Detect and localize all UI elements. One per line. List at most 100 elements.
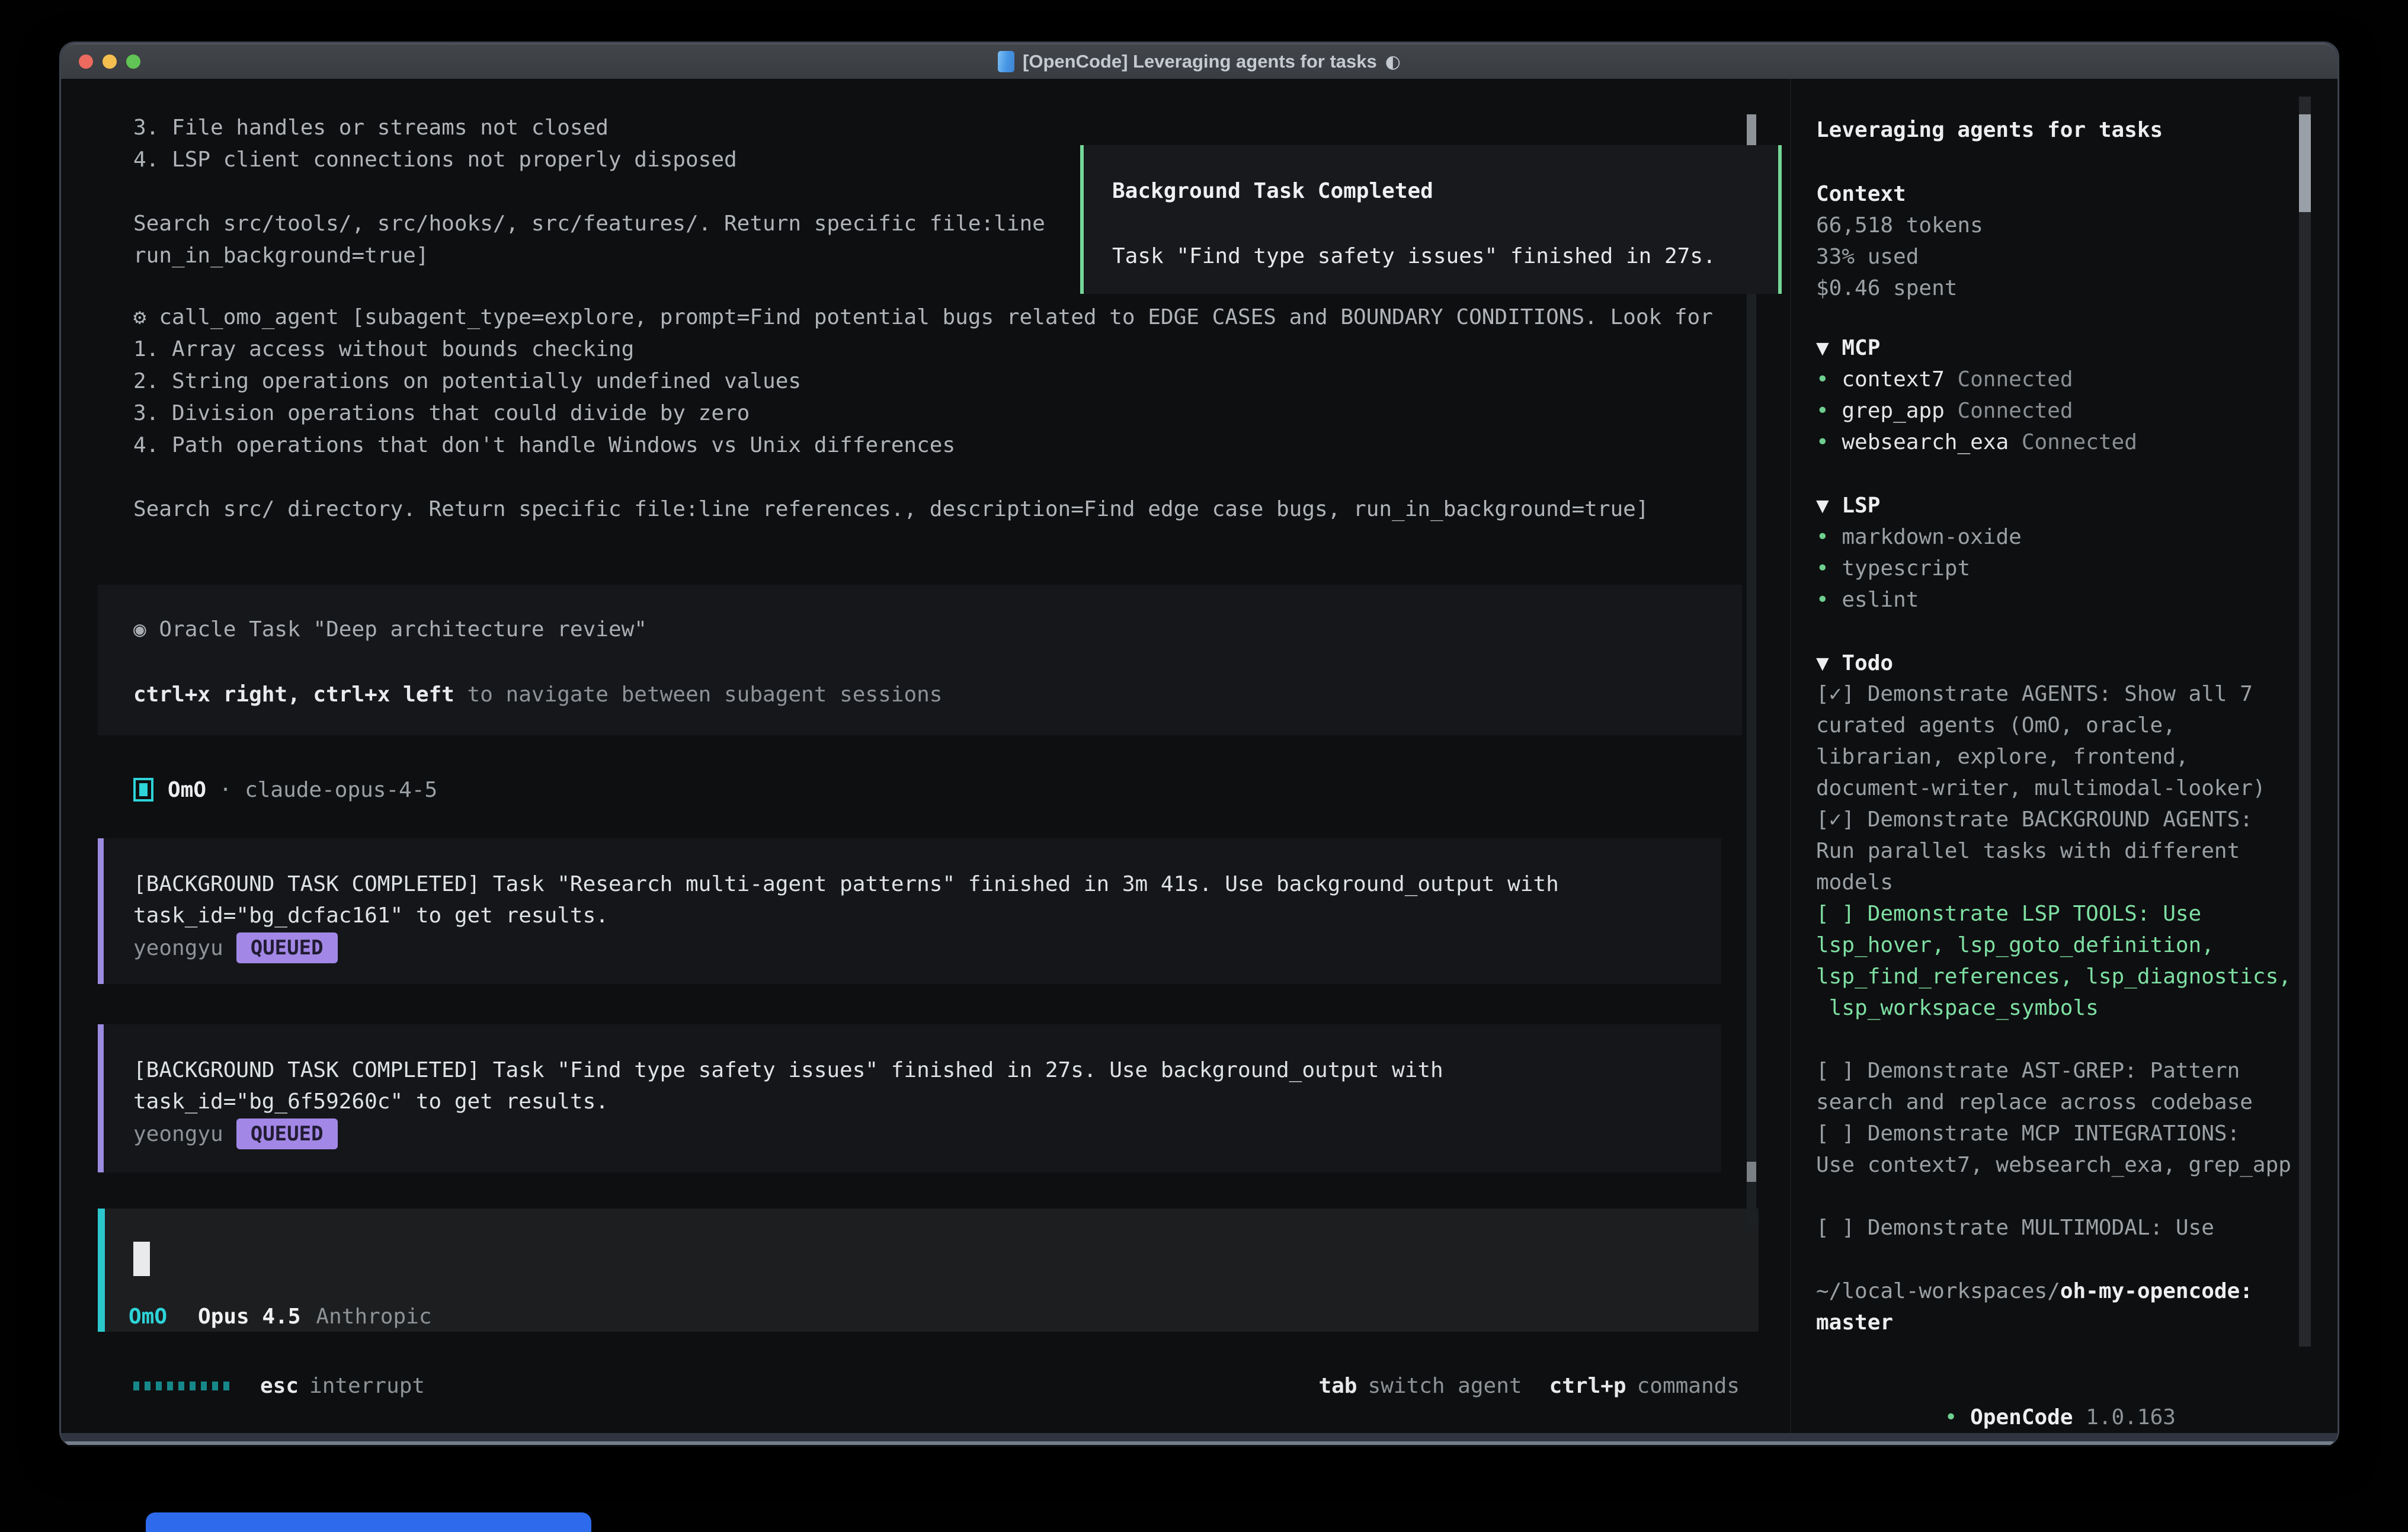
app-name: OpenCode [1970,1405,2073,1430]
queued-badge: QUEUED [236,932,338,963]
minimize-button[interactable] [103,55,117,69]
model-provider: Anthropic [316,1305,431,1329]
window-title: [OpenCode] Leveraging agents for tasks ◐ [998,51,1401,72]
todo-line: [✓] Demonstrate AGENTS: Show all 7 [1816,678,2314,710]
context-stats: 66,518 tokens33% used$0.46 spent [1816,210,1983,304]
transcript-line: run_in_background=true] [133,240,1045,272]
sidebar: Leveraging agents for tasks Context 66,5… [1791,79,2339,1433]
lsp-section-header[interactable]: ▼ LSP [1816,490,2022,521]
context-stat: 66,518 tokens [1816,210,1983,241]
todo-section-header[interactable]: ▼ Todo [1816,648,1893,679]
sidebar-scrollbar-thumb[interactable] [2299,114,2311,212]
window-content: 3. File handles or streams not closed 4. … [61,79,2337,1433]
task-message-line: task_id="bg_dcfac161" to get results. [133,900,609,932]
agent-model: claude-opus-4-5 [245,778,437,802]
lsp-item: • typescript [1816,553,2022,584]
status-dot-icon: • [1816,588,1829,612]
context-header: Context [1816,178,1983,210]
task-message-line: [BACKGROUND TASK COMPLETED] Task "Resear… [133,868,1559,900]
context-section: Context 66,518 tokens33% used$0.46 spent [1816,178,1983,304]
todo-line [1816,1024,2314,1055]
todo-line: [ ] Demonstrate MCP INTEGRATIONS: [1816,1118,2314,1149]
tool-call-line: ⚙ call_omo_agent [subagent_type=explore,… [133,302,1713,334]
todo-line: models [1816,867,2314,898]
toast-body: Task "Find type safety issues" finished … [1112,241,1716,273]
active-agent-chip[interactable]: OmO [129,1305,167,1329]
mcp-section: ▼ MCP • context7 Connected• grep_app Con… [1816,332,2137,458]
agent-icon [133,778,153,802]
status-dot-icon: • [1816,430,1829,454]
separator: · [206,778,245,802]
status-left: esc interrupt [133,1370,425,1402]
busy-indicator-icon: ◐ [1385,52,1401,72]
tool-call-line: 2. String operations on potentially unde… [133,366,1713,398]
titlebar: [OpenCode] Leveraging agents for tasks ◐ [61,43,2337,79]
oracle-task-banner: ◉ Oracle Task "Deep architecture review"… [98,585,1742,735]
mcp-section-header[interactable]: ▼ MCP [1816,332,2137,364]
app-version: • OpenCode 1.0.163 [1816,1370,2176,1402]
toast-notification[interactable]: Background Task Completed Task "Find typ… [1080,145,1782,294]
ctrlp-key-hint: ctrl+p [1549,1374,1626,1398]
oracle-task-label: ◉ Oracle Task "Deep architecture review" [133,614,647,646]
traffic-lights [79,44,140,79]
todo-line: [ ] Demonstrate AST-GREP: Pattern [1816,1055,2314,1086]
context-stat: 33% used [1816,241,1983,273]
esc-action-label: interrupt [309,1374,425,1398]
todo-line: search and replace across codebase [1816,1086,2314,1118]
tool-call-line: 4. Path operations that don't handle Win… [133,430,1713,461]
session-title: Leveraging agents for tasks [1816,114,2163,146]
todo-line: curated agents (OmO, oracle, [1816,710,2314,741]
task-meta: yeongyu QUEUED [133,1118,338,1150]
repo-name: oh-my-opencode: [2060,1279,2253,1303]
workspace-path: ~/local-workspaces/oh-my-opencode: maste… [1816,1275,2253,1338]
lsp-list: • markdown-oxide• typescript• eslint [1816,521,2022,616]
git-branch: master [1816,1307,2253,1338]
task-user: yeongyu [133,1122,223,1146]
todo-line: Run parallel tasks with different [1816,835,2314,867]
close-button[interactable] [79,55,93,69]
todo-line: Use context7, websearch_exa, grep_app [1816,1149,2314,1181]
chat-scrollbar-thumb-bottom[interactable] [1747,1162,1756,1182]
text-cursor [133,1242,150,1276]
input-footer: OmO Opus 4.5 Anthropic [129,1300,432,1332]
todo-line: lsp_find_references, lsp_diagnostics, [1816,961,2314,992]
prompt-input[interactable]: OmO Opus 4.5 Anthropic [98,1209,1759,1332]
mcp-list: • context7 Connected• grep_app Connected… [1816,364,2137,458]
task-message-line: task_id="bg_6f59260c" to get results. [133,1086,609,1118]
keybind-text: ctrl+x right, ctrl+x left [133,682,454,707]
task-meta: yeongyu QUEUED [133,932,338,964]
transcript-line [133,176,1045,208]
mcp-item: • context7 Connected [1816,364,2137,395]
version-number: 1.0.163 [2086,1405,2176,1430]
zoom-button[interactable] [126,55,140,69]
todo-line: document-writer, multimodal-looker) [1816,773,2314,804]
task-user: yeongyu [133,936,223,960]
window-title-text: [OpenCode] Leveraging agents for tasks [1023,51,1377,72]
oracle-icon: ◉ [133,617,146,642]
todo-line: [✓] Demonstrate BACKGROUND AGENTS: [1816,804,2314,835]
spinner-dots-icon [133,1382,229,1390]
window-bottom-edge [61,1433,2337,1445]
desktop: [OpenCode] Leveraging agents for tasks ◐… [0,0,2408,1532]
context-stat: $0.46 spent [1816,273,1983,304]
task-message-line: [BACKGROUND TASK COMPLETED] Task "Find t… [133,1055,1443,1086]
background-task-message-1: [BACKGROUND TASK COMPLETED] Task "Resear… [98,838,1721,984]
opencode-terminal-window: [OpenCode] Leveraging agents for tasks ◐… [59,41,2339,1447]
transcript-line: 3. File handles or streams not closed [133,112,1045,144]
sidebar-scrollbar[interactable] [2299,97,2311,1347]
tool-call-line: 1. Array access without bounds checking [133,334,1713,366]
lsp-item: • markdown-oxide [1816,521,2022,553]
agent-name: OmO [168,778,206,802]
status-dot-icon: • [1816,556,1829,581]
transcript-line: Search src/tools/, src/hooks/, src/featu… [133,208,1045,240]
status-dot-icon: • [1816,525,1829,549]
status-bar: esc interrupt tabswitch agent ctrl+pcomm… [61,1370,1791,1402]
transcript-head: 3. File handles or streams not closed4. … [133,112,1045,272]
todo-line: librarian, explore, frontend, [1816,741,2314,773]
mcp-item: • websearch_exa Connected [1816,427,2137,458]
subagent-nav-hint: ctrl+x right, ctrl+x left to navigate be… [133,679,942,711]
todo-line [1816,1181,2314,1212]
background-task-message-2: [BACKGROUND TASK COMPLETED] Task "Find t… [98,1024,1721,1172]
status-dot-icon: • [1816,399,1829,423]
background-window-peek [146,1512,591,1532]
